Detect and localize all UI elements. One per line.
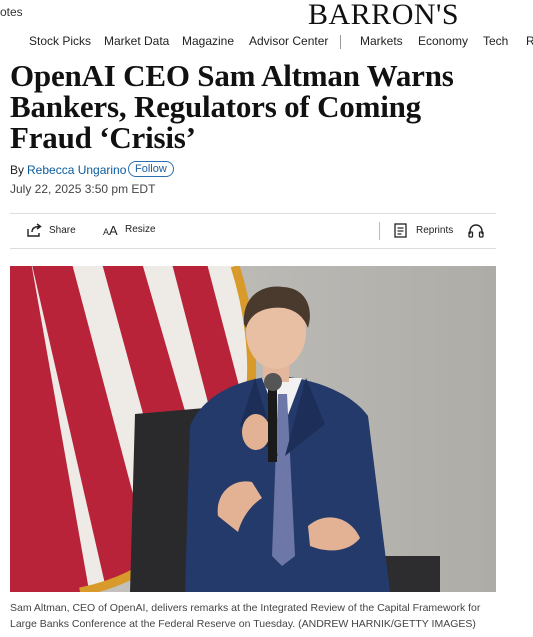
article-photo [10,266,496,592]
resize-label: Resize [125,224,156,235]
byline: By Rebecca Ungarino Follow [10,161,174,177]
reprints-button[interactable]: Reprints [394,223,453,238]
by-label: By [10,163,25,177]
top-bar: otes BARRON'S [0,0,533,32]
listen-button[interactable] [468,223,484,238]
follow-button[interactable]: Follow [128,161,174,177]
author-link[interactable]: Rebecca Ungarino [27,163,126,177]
quotes-link[interactable]: otes [0,5,23,19]
nav-item-tech[interactable]: Tech [483,34,508,48]
section-nav: Stock Picks Market Data Magazine Advisor… [0,34,533,54]
svg-text:A: A [109,223,118,236]
photo-illustration [10,266,496,592]
headphones-icon [468,224,484,238]
document-icon [394,223,407,238]
nav-item-market-data[interactable]: Market Data [104,34,169,48]
nav-item-markets[interactable]: Markets [360,34,403,48]
toolbar-divider [379,222,380,240]
text-resize-icon: A A [103,223,118,236]
publish-date: July 22, 2025 3:50 pm EDT [10,182,156,196]
nav-item-economy[interactable]: Economy [418,34,468,48]
share-label: Share [49,225,76,236]
nav-item-stock-picks[interactable]: Stock Picks [29,34,91,48]
nav-divider [340,35,341,49]
nav-item-truncated[interactable]: R [526,34,533,48]
share-button[interactable]: Share [26,223,76,238]
reprints-label: Reprints [416,225,454,236]
photo-caption: Sam Altman, CEO of OpenAI, delivers rema… [10,602,481,630]
nav-item-advisor-center[interactable]: Advisor Center [249,34,328,48]
article-headline: OpenAI CEO Sam Altman Warns Bankers, Reg… [10,58,454,155]
nav-item-magazine[interactable]: Magazine [182,34,234,48]
resize-button[interactable]: A A Resize [103,223,156,236]
article-toolbar: Share A A Resize Reprints [10,213,496,249]
barrons-logo[interactable]: BARRON'S [308,0,459,32]
share-icon [27,223,42,237]
